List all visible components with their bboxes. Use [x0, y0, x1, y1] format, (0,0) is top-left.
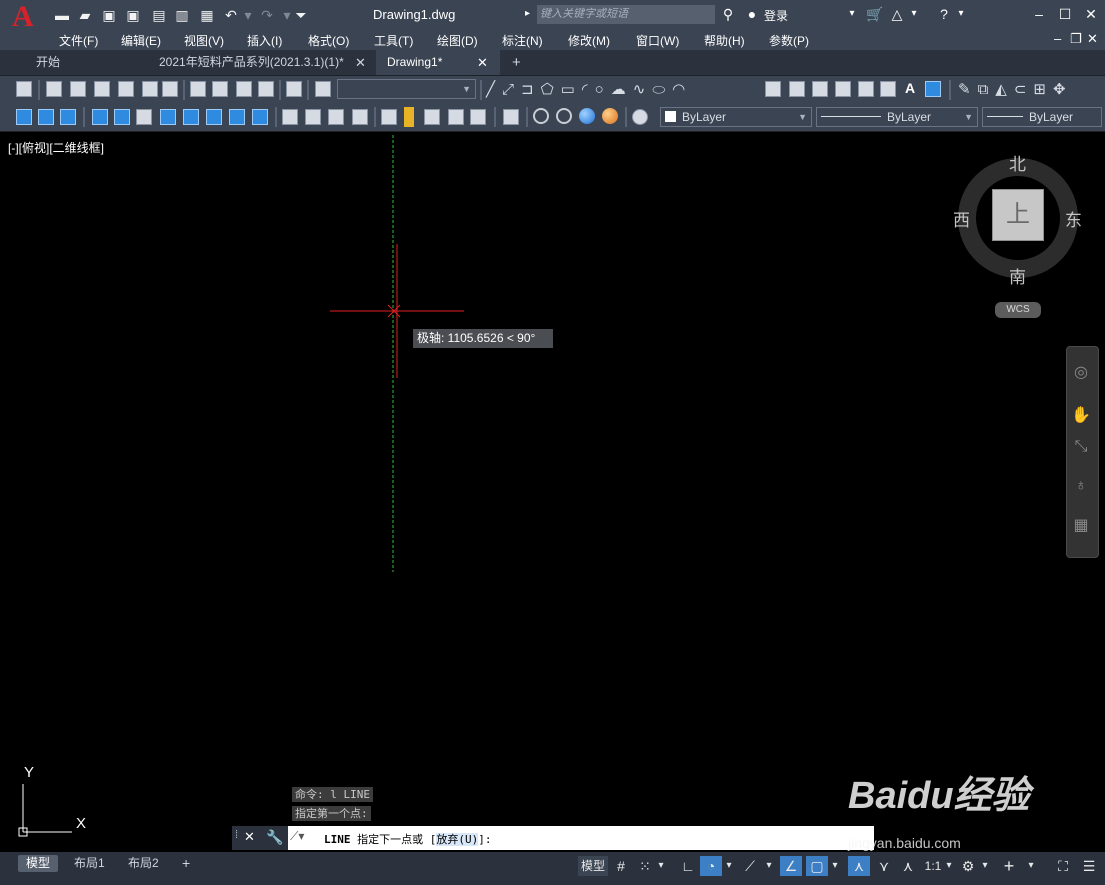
- layout-tab-model[interactable]: 模型: [18, 855, 59, 872]
- add-layout-plus-icon[interactable]: +: [174, 855, 198, 872]
- model-space-button[interactable]: 模型: [578, 856, 608, 876]
- recent-commands-icon[interactable]: ⟋▾: [290, 829, 304, 844]
- grid-icon[interactable]: #: [612, 856, 630, 876]
- viewcube-west[interactable]: 西: [953, 206, 970, 231]
- wcs-menu[interactable]: WCS: [995, 302, 1041, 318]
- showmotion-icon[interactable]: ▦: [1071, 516, 1091, 536]
- ucs-y-label: Y: [24, 764, 35, 781]
- units-dropdown-icon[interactable]: ▾: [1026, 856, 1036, 876]
- isodraft-icon[interactable]: ⟋: [740, 856, 760, 876]
- viewcube-south[interactable]: 南: [1009, 263, 1026, 288]
- drawing-overlay: [18, 135, 464, 837]
- viewcube-top-face[interactable]: 上: [992, 189, 1044, 241]
- annotation-monitor-icon[interactable]: +: [998, 856, 1020, 876]
- snap-dropdown-icon[interactable]: ▾: [656, 856, 666, 876]
- command-history-line: 命令: l LINE: [292, 787, 373, 802]
- polar-tooltip: 极轴: 1105.6526 < 90°: [413, 329, 553, 348]
- clean-screen-icon[interactable]: ⛶: [1052, 856, 1074, 876]
- viewcube-north[interactable]: 北: [1009, 150, 1026, 175]
- pan-hand-icon[interactable]: ✋: [1071, 406, 1091, 426]
- annotation-scale-value[interactable]: 1:1: [922, 856, 944, 876]
- osnap-dropdown-icon[interactable]: ▾: [830, 856, 840, 876]
- customize-wrench-icon[interactable]: 🔧: [266, 829, 283, 846]
- object-snap-tracking-icon[interactable]: ∠: [780, 856, 802, 876]
- polar-tracking-icon[interactable]: ◔: [700, 856, 722, 876]
- customization-menu-icon[interactable]: ☰: [1078, 856, 1100, 876]
- snap-icon[interactable]: ⁙: [636, 856, 654, 876]
- baidu-watermark: Baidu经验: [848, 775, 1030, 817]
- ortho-icon[interactable]: ∟: [678, 856, 698, 876]
- baidu-watermark-url: jingyan.baidu.com: [848, 835, 961, 851]
- command-prompt-end: ]:: [478, 833, 492, 846]
- scale-dropdown-icon[interactable]: ▾: [944, 856, 954, 876]
- command-prompt-text: 指定下一点或 [: [357, 833, 437, 846]
- ucs-x-label: X: [76, 815, 87, 832]
- close-command-line-icon[interactable]: ✕: [244, 829, 255, 845]
- auto-scale-icon[interactable]: ⋎: [874, 856, 894, 876]
- viewcube-east[interactable]: 东: [1065, 206, 1082, 231]
- command-name: LINE: [324, 833, 351, 846]
- isodraft-dropdown-icon[interactable]: ▾: [764, 856, 774, 876]
- command-prompt: LINE 指定下一点或 [放弃(U)]:: [324, 831, 492, 847]
- orbit-icon[interactable]: ♁: [1071, 476, 1091, 496]
- command-grip-icon[interactable]: ⁞: [235, 829, 238, 841]
- object-snap-icon[interactable]: ▢: [806, 856, 828, 876]
- layout-tab-2[interactable]: 布局2: [120, 855, 167, 872]
- workspace-dropdown-icon[interactable]: ▾: [980, 856, 990, 876]
- annotation-visibility-icon[interactable]: ⋏: [848, 856, 870, 876]
- workspace-gear-icon[interactable]: ⚙: [958, 856, 978, 876]
- zoom-extents-icon[interactable]: ⤡: [1071, 437, 1091, 457]
- command-history-line: 指定第一个点:: [292, 806, 371, 821]
- polar-dropdown-icon[interactable]: ▾: [724, 856, 734, 876]
- annotation-scale-icon[interactable]: ⋏: [898, 856, 918, 876]
- layout-tab-1[interactable]: 布局1: [66, 855, 113, 872]
- steering-wheel-icon[interactable]: ◎: [1071, 363, 1091, 383]
- command-option-undo[interactable]: 放弃(U): [436, 833, 479, 846]
